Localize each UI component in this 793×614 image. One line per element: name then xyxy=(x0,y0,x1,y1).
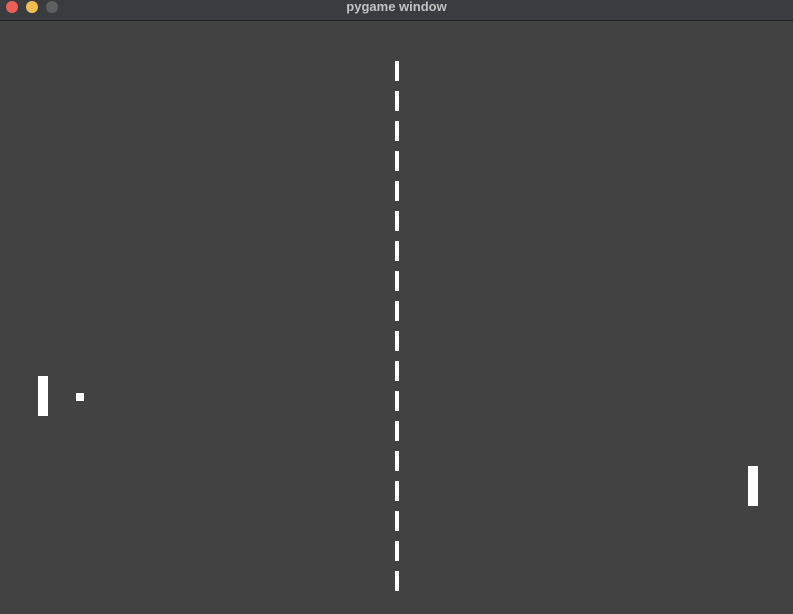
game-court[interactable] xyxy=(0,21,793,614)
right-paddle xyxy=(748,466,758,506)
net-dash xyxy=(395,91,399,111)
title-bar[interactable]: pygame window xyxy=(0,0,793,21)
net-dash xyxy=(395,421,399,441)
net-dash xyxy=(395,61,399,81)
net-dash xyxy=(395,181,399,201)
net-dash xyxy=(395,361,399,381)
pygame-window: pygame window xyxy=(0,0,793,614)
net-dash xyxy=(395,451,399,471)
net-dash xyxy=(395,511,399,531)
window-title: pygame window xyxy=(346,0,447,14)
net-dash xyxy=(395,151,399,171)
net-dash xyxy=(395,481,399,501)
net-dash xyxy=(395,211,399,231)
net-dash xyxy=(395,121,399,141)
net-dash xyxy=(395,271,399,291)
ball xyxy=(76,393,84,401)
net-dash xyxy=(395,301,399,321)
net-dash xyxy=(395,571,399,591)
net-dash xyxy=(395,241,399,261)
net-dash xyxy=(395,391,399,411)
net-dash xyxy=(395,541,399,561)
left-paddle xyxy=(38,376,48,416)
net-dash xyxy=(395,331,399,351)
